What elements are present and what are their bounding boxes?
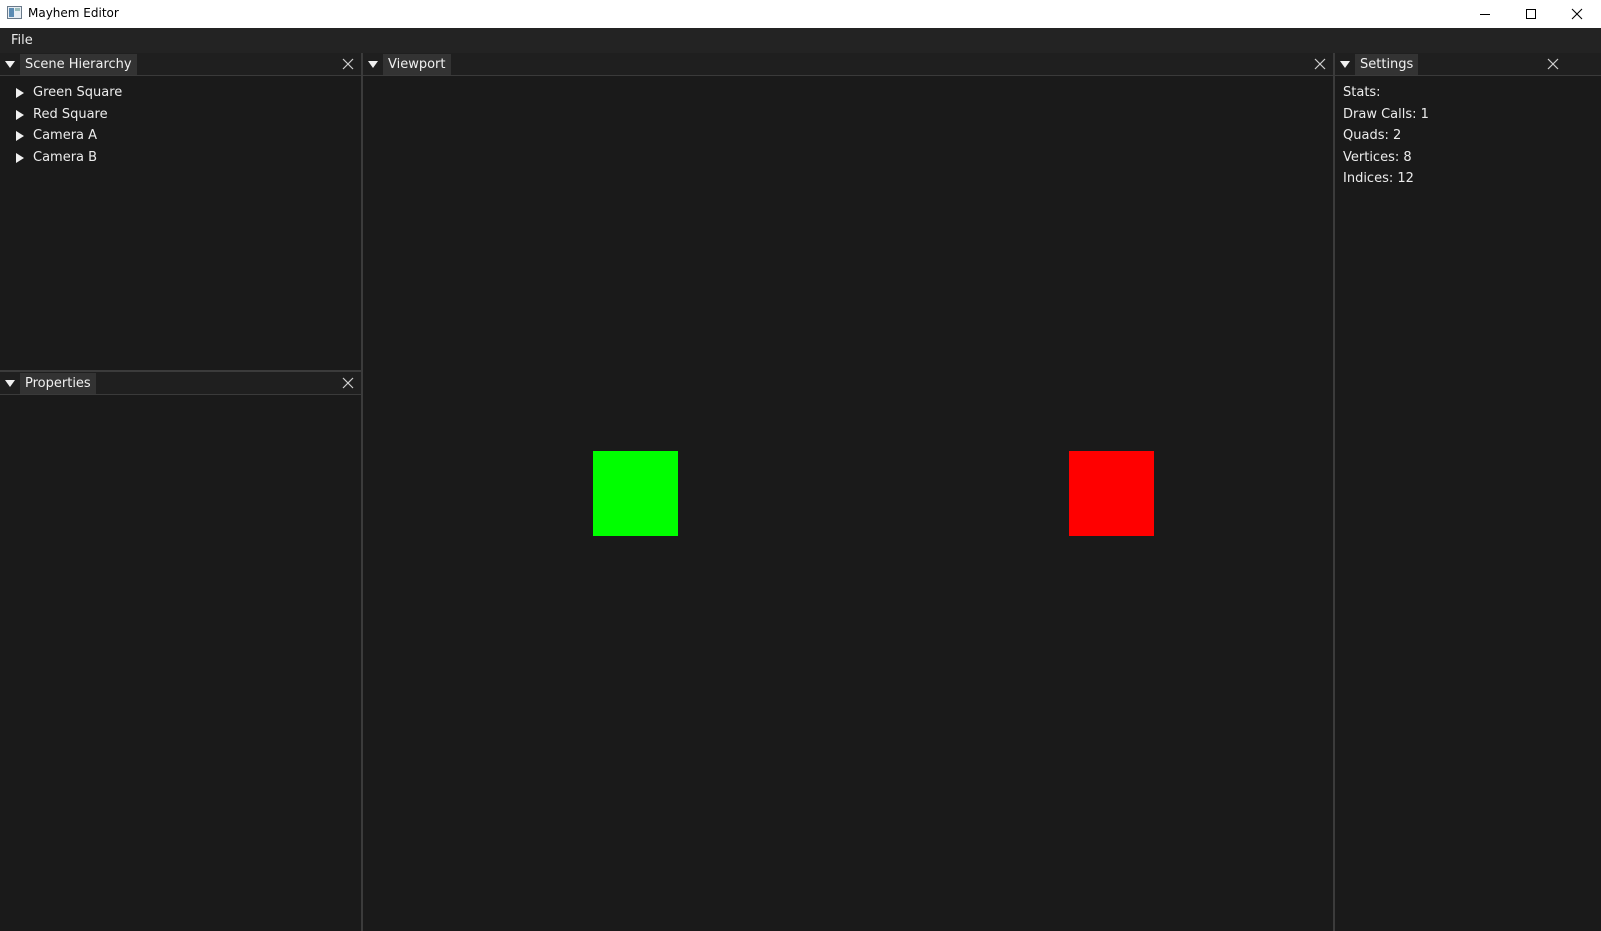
app-icon <box>7 6 22 19</box>
maximize-icon <box>1526 9 1536 19</box>
collapse-arrow-icon[interactable] <box>4 377 16 389</box>
panel-header: Properties <box>0 372 361 395</box>
panel-header: Viewport <box>363 53 1333 76</box>
tree-item-red-square[interactable]: Red Square <box>0 105 300 125</box>
stat-quads: Quads: 2 <box>1343 128 1402 143</box>
minimize-icon <box>1480 14 1490 15</box>
expand-arrow-icon[interactable] <box>15 153 25 163</box>
expand-arrow-icon[interactable] <box>15 88 25 98</box>
window-title: Mayhem Editor <box>28 6 119 20</box>
scene-hierarchy-panel: Scene Hierarchy Green Square Red Square … <box>0 53 361 370</box>
tree-item-label: Camera A <box>33 128 98 143</box>
expand-arrow-icon[interactable] <box>15 110 25 120</box>
stats-heading: Stats: <box>1343 85 1381 100</box>
close-icon[interactable] <box>1313 57 1327 71</box>
close-icon[interactable] <box>341 57 355 71</box>
tab-properties[interactable]: Properties <box>20 373 96 394</box>
stat-draw-calls: Draw Calls: 1 <box>1343 107 1429 122</box>
stat-indices: Indices: 12 <box>1343 171 1414 186</box>
tab-viewport[interactable]: Viewport <box>383 54 451 75</box>
maximize-button[interactable] <box>1508 0 1554 28</box>
window-title-bar[interactable]: Mayhem Editor <box>0 0 1601 28</box>
tree-item-camera-b[interactable]: Camera B <box>0 148 300 168</box>
close-icon[interactable] <box>341 376 355 390</box>
expand-arrow-icon[interactable] <box>15 131 25 141</box>
close-window-button[interactable] <box>1554 0 1600 28</box>
red-square[interactable] <box>1069 451 1154 536</box>
collapse-arrow-icon[interactable] <box>1339 58 1351 70</box>
close-icon <box>1571 8 1583 20</box>
collapse-arrow-icon[interactable] <box>367 58 379 70</box>
settings-panel: Settings Stats: Draw Calls: 1 Quads: 2 V… <box>1335 53 1601 931</box>
tab-settings[interactable]: Settings <box>1355 54 1419 75</box>
tree-item-green-square[interactable]: Green Square <box>0 83 300 103</box>
tree-item-label: Green Square <box>33 85 123 100</box>
panel-header: Settings <box>1335 53 1601 76</box>
tree-item-label: Camera B <box>33 150 98 165</box>
stat-vertices: Vertices: 8 <box>1343 150 1412 165</box>
tree-item-camera-a[interactable]: Camera A <box>0 126 300 146</box>
menu-file[interactable]: File <box>11 33 33 48</box>
close-icon[interactable] <box>1546 57 1560 71</box>
collapse-arrow-icon[interactable] <box>4 58 16 70</box>
tree-item-label: Red Square <box>33 107 108 122</box>
minimize-button[interactable] <box>1462 0 1508 28</box>
tab-scene-hierarchy[interactable]: Scene Hierarchy <box>20 54 137 75</box>
viewport-panel: Viewport <box>363 53 1333 931</box>
menu-bar: File <box>0 28 1601 53</box>
panel-header: Scene Hierarchy <box>0 53 361 76</box>
properties-panel: Properties <box>0 372 361 931</box>
green-square[interactable] <box>593 451 678 536</box>
